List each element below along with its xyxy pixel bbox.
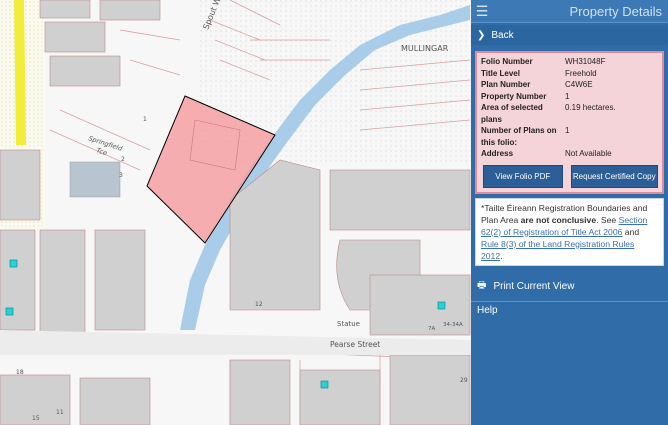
- label-n1: 1: [143, 116, 147, 123]
- label-n3: 3: [119, 172, 123, 179]
- property-number-value: 1: [565, 91, 570, 101]
- note-and: and: [622, 226, 640, 237]
- marker-2[interactable]: [5, 307, 14, 316]
- folio-number-label: Folio Number: [481, 57, 533, 66]
- folio-row: Title Level Freehold: [481, 68, 658, 80]
- note-end: .: [500, 250, 503, 261]
- hamburger-icon[interactable]: ☰: [471, 3, 493, 20]
- back-button[interactable]: ❯ Back: [471, 25, 668, 45]
- disclaimer-note: *Tailte Éireann Registration Boundaries …: [475, 197, 664, 266]
- address-label: Address: [481, 149, 514, 158]
- label-n18: 18: [16, 369, 24, 376]
- address-value: Not Available: [565, 149, 612, 158]
- title-level-value: Freehold: [565, 68, 597, 78]
- panel-title: Property Details: [569, 3, 662, 19]
- note-bold: are not conclusive: [520, 214, 597, 225]
- label-n12: 12: [255, 301, 263, 308]
- rule-8-link[interactable]: Rule 8(3) of the Land Registration Rules…: [481, 239, 634, 261]
- area-value: 0.19 hectares.: [565, 103, 616, 112]
- label-n11: 11: [56, 409, 64, 416]
- back-label: Back: [491, 29, 514, 41]
- print-current-view-button[interactable]: 🖶 Print Current View: [471, 272, 668, 301]
- panel-header: ☰ Property Details: [471, 0, 668, 23]
- plans-count-value: 1: [565, 126, 570, 135]
- folio-row: Area of selected plans 0.19 hectares.: [481, 102, 658, 125]
- view-folio-pdf-button[interactable]: View Folio PDF: [483, 164, 563, 188]
- label-n29: 29: [460, 377, 468, 384]
- folio-row: Address Not Available: [481, 148, 658, 160]
- folio-row: Number of Plans on this folio: 1: [481, 125, 658, 148]
- printer-icon: 🖶: [477, 279, 487, 291]
- request-certified-copy-button[interactable]: Request Certified Copy: [570, 164, 658, 188]
- folio-details-box: Folio Number WH31048F Title Level Freehold…: [475, 51, 664, 194]
- plan-number-label: Plan Number: [481, 80, 531, 89]
- area-label: Area of selected plans: [481, 103, 543, 124]
- label-n15: 15: [32, 415, 40, 422]
- folio-buttons: View Folio PDF Request Certified Copy: [481, 164, 658, 188]
- label-n34: 34-34A: [443, 322, 463, 328]
- chevron-right-icon: ❯: [477, 29, 486, 41]
- label-n2: 2: [121, 156, 125, 163]
- plans-count-label: Number of Plans on this folio:: [481, 126, 557, 147]
- label-mullingar: MULLINGAR: [401, 44, 449, 53]
- marker-4[interactable]: [320, 380, 329, 389]
- note-mid: . See: [596, 214, 619, 225]
- plan-number-value: C4W6E: [565, 80, 593, 89]
- label-n7a: 7A: [428, 326, 435, 332]
- map-svg[interactable]: Spout W MULLINGAR Springfield Tce Statue…: [0, 0, 471, 425]
- folio-row: Property Number 1: [481, 91, 658, 103]
- property-number-label: Property Number: [481, 91, 547, 101]
- title-level-label: Title Level: [481, 68, 520, 78]
- help-button[interactable]: Help: [471, 300, 668, 319]
- label-statue: Statue: [337, 320, 360, 328]
- label-pearse-street: Pearse Street: [330, 340, 380, 349]
- property-details-panel: ☰ Property Details ❯ Back Folio Number WH…: [471, 0, 668, 425]
- folio-row: Folio Number WH31048F: [481, 56, 658, 68]
- marker-3[interactable]: [437, 301, 446, 310]
- folio-row: Plan Number C4W6E: [481, 79, 658, 91]
- blue-grey-building: [69, 161, 121, 198]
- print-label: Print Current View: [493, 280, 575, 292]
- marker-1[interactable]: [9, 259, 18, 268]
- map-canvas[interactable]: Spout W MULLINGAR Springfield Tce Statue…: [0, 0, 471, 425]
- yellow-road: [14, 0, 26, 145]
- folio-number-value: WH31048F: [565, 57, 606, 66]
